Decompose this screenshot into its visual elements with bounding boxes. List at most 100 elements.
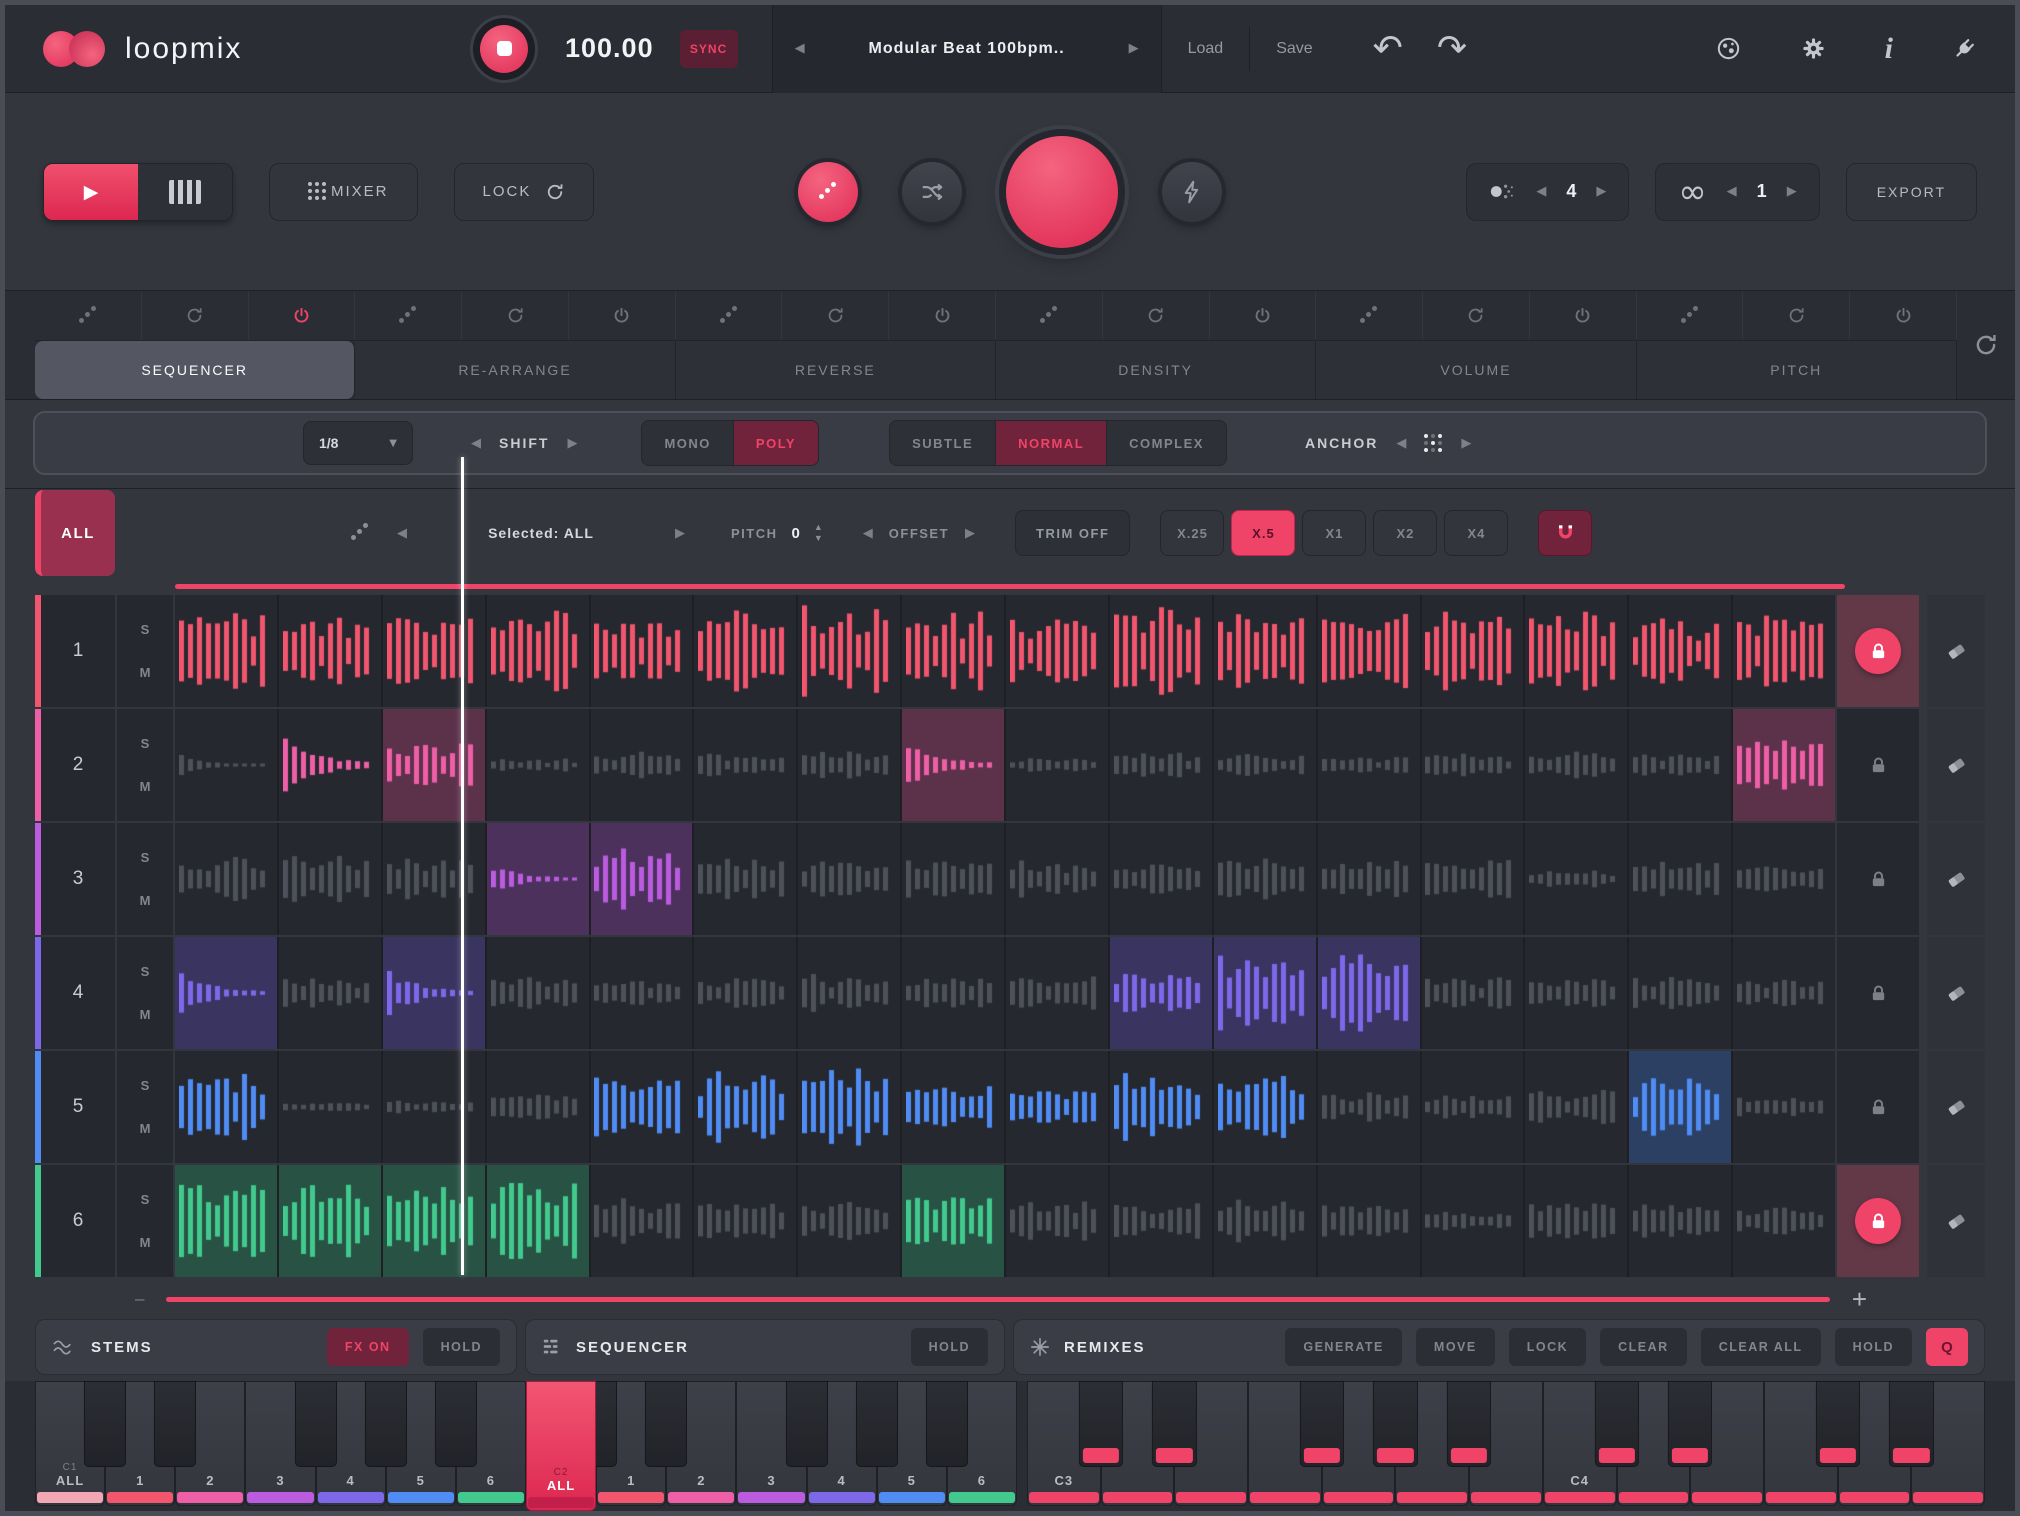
load-button[interactable]: Load (1162, 5, 1250, 93)
add-pattern-button[interactable]: + (1852, 1284, 1867, 1315)
piano-key-black[interactable] (1373, 1381, 1417, 1467)
play-view-button[interactable]: ▶ (44, 164, 138, 220)
track-lock-button[interactable] (1837, 1165, 1919, 1277)
piano-key-black[interactable] (84, 1381, 126, 1467)
waveform-lane[interactable] (175, 1165, 1835, 1277)
select-all-tracks-button[interactable]: ALL (35, 490, 115, 576)
random-dice-icon[interactable] (355, 291, 462, 340)
remix-lock-button[interactable]: LOCK (1509, 1328, 1586, 1366)
offset-left-icon[interactable]: ◀ (863, 526, 873, 541)
export-button[interactable]: EXPORT (1846, 163, 1977, 221)
solo-button[interactable]: S (141, 850, 150, 865)
loop-segment[interactable] (1422, 709, 1524, 821)
fx-on-button[interactable]: FX ON (327, 1328, 409, 1366)
loop-segment[interactable] (1214, 937, 1316, 1049)
move-button[interactable]: MOVE (1416, 1328, 1495, 1366)
loop-segment[interactable] (487, 937, 589, 1049)
loop-segment[interactable] (798, 1165, 900, 1277)
redo-button[interactable]: ↷ (1437, 31, 1467, 67)
loop-segment[interactable] (1214, 1165, 1316, 1277)
remix-hold-button[interactable]: HOLD (1835, 1328, 1912, 1366)
loop-segment[interactable] (175, 1051, 277, 1163)
piano-key-black[interactable] (1079, 1381, 1123, 1467)
playhead[interactable] (461, 457, 464, 1275)
scale-x5-button[interactable]: X.5 (1231, 510, 1295, 556)
loop-segment[interactable] (279, 823, 381, 935)
loop-segment[interactable] (694, 1165, 796, 1277)
loop-icon[interactable] (1103, 291, 1210, 340)
rate-dropdown[interactable]: 1/8▼ (303, 421, 413, 465)
instant-button[interactable] (1162, 162, 1222, 222)
track-erase-button[interactable] (1927, 823, 1985, 935)
quantize-button[interactable]: Q (1926, 1328, 1968, 1366)
loop-segment[interactable] (383, 1051, 485, 1163)
track-number[interactable]: 6 (41, 1165, 115, 1277)
loop-segment[interactable] (1733, 709, 1835, 821)
selected-next-icon[interactable]: ▶ (675, 526, 685, 541)
loop-segment[interactable] (798, 709, 900, 821)
solo-button[interactable]: S (141, 1078, 150, 1093)
loop-segment[interactable] (1629, 1165, 1731, 1277)
loop-segment[interactable] (1006, 595, 1108, 707)
waveform-lane[interactable] (175, 709, 1835, 821)
loop-segment[interactable] (1629, 937, 1731, 1049)
piano-key-black[interactable] (1447, 1381, 1491, 1467)
anchor-left-icon[interactable]: ◀ (1396, 436, 1406, 451)
loop-segment[interactable] (591, 709, 693, 821)
loop-segment[interactable] (902, 1165, 1004, 1277)
offset-right-icon[interactable]: ▶ (965, 526, 975, 541)
pitch-value[interactable]: 0 (792, 525, 800, 542)
piano-key-black[interactable] (926, 1381, 968, 1467)
loop-segment[interactable] (1525, 1165, 1627, 1277)
solo-button[interactable]: S (141, 736, 150, 751)
loop-segment[interactable] (487, 1051, 589, 1163)
anchor-grid-icon[interactable] (1424, 434, 1443, 453)
piano-key-black[interactable] (1152, 1381, 1196, 1467)
loop-segment[interactable] (1629, 1051, 1731, 1163)
loop-segment[interactable] (487, 595, 589, 707)
piano-key-black[interactable] (1816, 1381, 1860, 1467)
loop-icon[interactable] (142, 291, 249, 340)
piano-key-black[interactable] (295, 1381, 337, 1467)
loop-segment[interactable] (487, 823, 589, 935)
loop-segment[interactable] (1318, 1051, 1420, 1163)
loop-segment[interactable] (798, 1051, 900, 1163)
piano-key-black[interactable] (1668, 1381, 1712, 1467)
loop-segment[interactable] (383, 709, 485, 821)
loop-segment[interactable] (1214, 595, 1316, 707)
power-icon[interactable] (249, 291, 356, 340)
track-dice-icon[interactable] (349, 522, 371, 544)
stems-hold-button[interactable]: HOLD (423, 1328, 500, 1366)
settings-gear-icon[interactable] (1800, 35, 1827, 62)
track-erase-button[interactable] (1927, 1051, 1985, 1163)
loop-segment[interactable] (694, 823, 796, 935)
normal-button[interactable]: NORMAL (996, 421, 1107, 465)
piano-key-black[interactable] (786, 1381, 828, 1467)
loop-segment[interactable] (1733, 937, 1835, 1049)
track-lock-button[interactable] (1837, 937, 1919, 1049)
undo-button[interactable]: ↶ (1373, 31, 1403, 67)
shuffle-button[interactable] (902, 162, 962, 222)
loop-segment[interactable] (1422, 1051, 1524, 1163)
loop-segment[interactable] (1110, 1051, 1212, 1163)
loop-segment[interactable] (1006, 937, 1108, 1049)
loop-range-bar[interactable] (175, 584, 1845, 589)
save-button[interactable]: Save (1250, 5, 1338, 93)
tab-pitch[interactable]: PITCH (1637, 341, 1957, 399)
piano-key-white[interactable]: C2ALL (526, 1381, 596, 1511)
loop-segment[interactable] (591, 937, 693, 1049)
scale-x4-button[interactable]: X4 (1444, 510, 1508, 556)
loop-segment[interactable] (1525, 937, 1627, 1049)
sequencer-hold-button[interactable]: HOLD (911, 1328, 988, 1366)
waveform-lane[interactable] (175, 595, 1835, 707)
loop-segment[interactable] (902, 595, 1004, 707)
track-lock-button[interactable] (1837, 1051, 1919, 1163)
tab-density[interactable]: DENSITY (996, 341, 1316, 399)
loop-segment[interactable] (1110, 709, 1212, 821)
loop-segment[interactable] (1422, 823, 1524, 935)
midi-plug-icon[interactable] (1951, 36, 1977, 62)
loop-segment[interactable] (1525, 823, 1627, 935)
preset-next-icon[interactable]: ▶ (1129, 41, 1139, 56)
loop-segment[interactable] (1214, 709, 1316, 821)
waveform-lane[interactable] (175, 937, 1835, 1049)
